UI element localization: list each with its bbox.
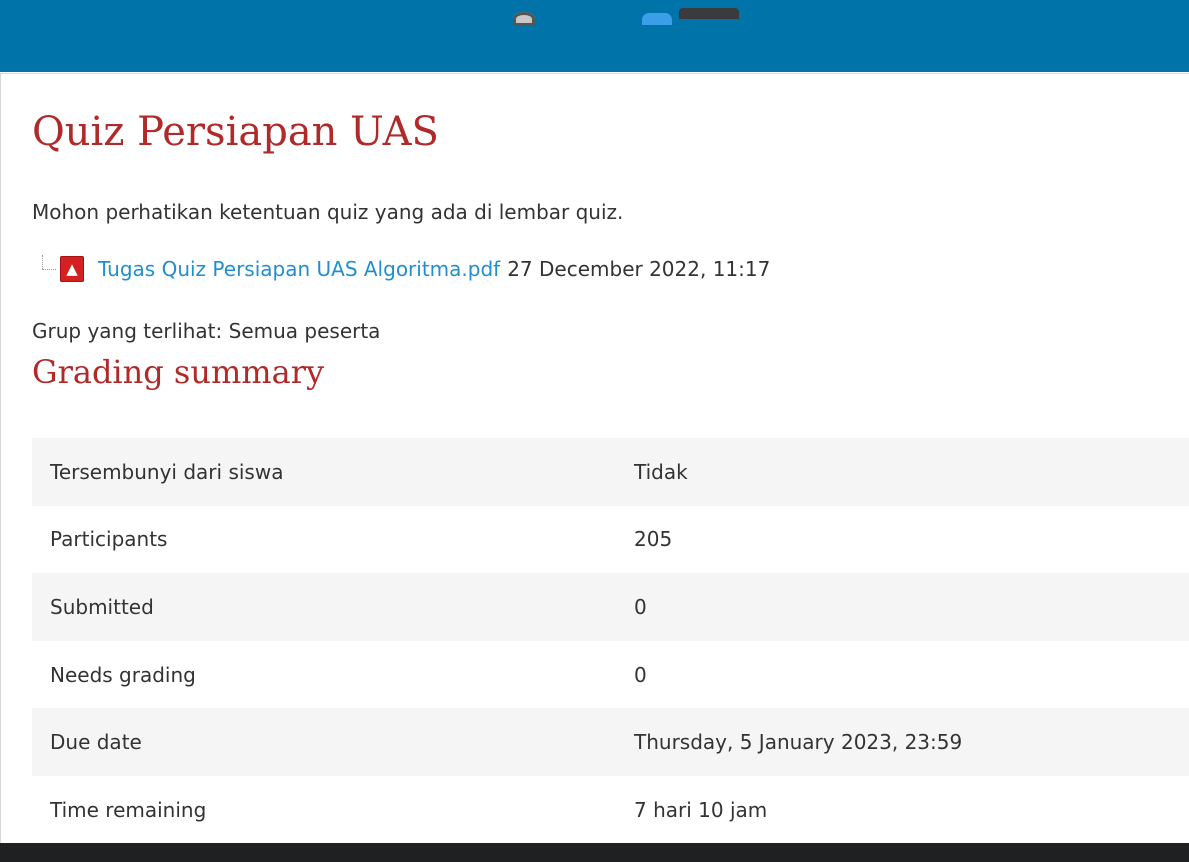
row-value: Thursday, 5 January 2023, 23:59 bbox=[634, 730, 963, 755]
row-label: Submitted bbox=[50, 594, 154, 619]
pdf-file-icon: ▲ bbox=[60, 256, 84, 282]
row-value: Tidak bbox=[634, 459, 688, 484]
row-value: 0 bbox=[634, 594, 647, 619]
table-row: Due date Thursday, 5 January 2023, 23:59 bbox=[32, 708, 1189, 776]
attachment-row: ▲ Tugas Quiz Persiapan UAS Algoritma.pdf… bbox=[40, 253, 770, 285]
attachment-date: 27 December 2022, 11:17 bbox=[507, 257, 771, 281]
tree-connector-icon bbox=[40, 255, 58, 283]
user-icon[interactable] bbox=[513, 12, 535, 26]
table-row: Tersembunyi dari siswa Tidak bbox=[32, 438, 1189, 506]
os-taskbar bbox=[0, 843, 1189, 862]
assignment-intro: Mohon perhatikan ketentuan quiz yang ada… bbox=[32, 200, 624, 224]
row-label: Participants bbox=[50, 527, 168, 552]
window-thumbnail-icon[interactable] bbox=[679, 8, 739, 19]
notification-badge-icon[interactable] bbox=[642, 13, 672, 25]
row-value: 0 bbox=[634, 662, 647, 687]
row-value: 7 hari 10 jam bbox=[634, 797, 768, 822]
row-label: Time remaining bbox=[50, 797, 207, 822]
row-value: 205 bbox=[634, 527, 673, 552]
page-title: Quiz Persiapan UAS bbox=[32, 109, 439, 155]
table-row: Needs grading 0 bbox=[32, 640, 1189, 709]
group-visibility-text: Grup yang terlihat: Semua peserta bbox=[32, 319, 381, 343]
grading-summary-table: Tersembunyi dari siswa Tidak Participant… bbox=[32, 438, 1189, 844]
row-label: Needs grading bbox=[50, 662, 196, 687]
attachment-file-link[interactable]: Tugas Quiz Persiapan UAS Algoritma.pdf bbox=[98, 257, 500, 281]
row-label: Tersembunyi dari siswa bbox=[50, 459, 284, 484]
table-row: Submitted 0 bbox=[32, 573, 1189, 641]
table-row: Time remaining 7 hari 10 jam bbox=[32, 775, 1189, 844]
row-label: Due date bbox=[50, 730, 142, 755]
site-header-bar bbox=[0, 0, 1189, 72]
grading-summary-heading: Grading summary bbox=[32, 353, 325, 391]
table-row: Participants 205 bbox=[32, 505, 1189, 574]
